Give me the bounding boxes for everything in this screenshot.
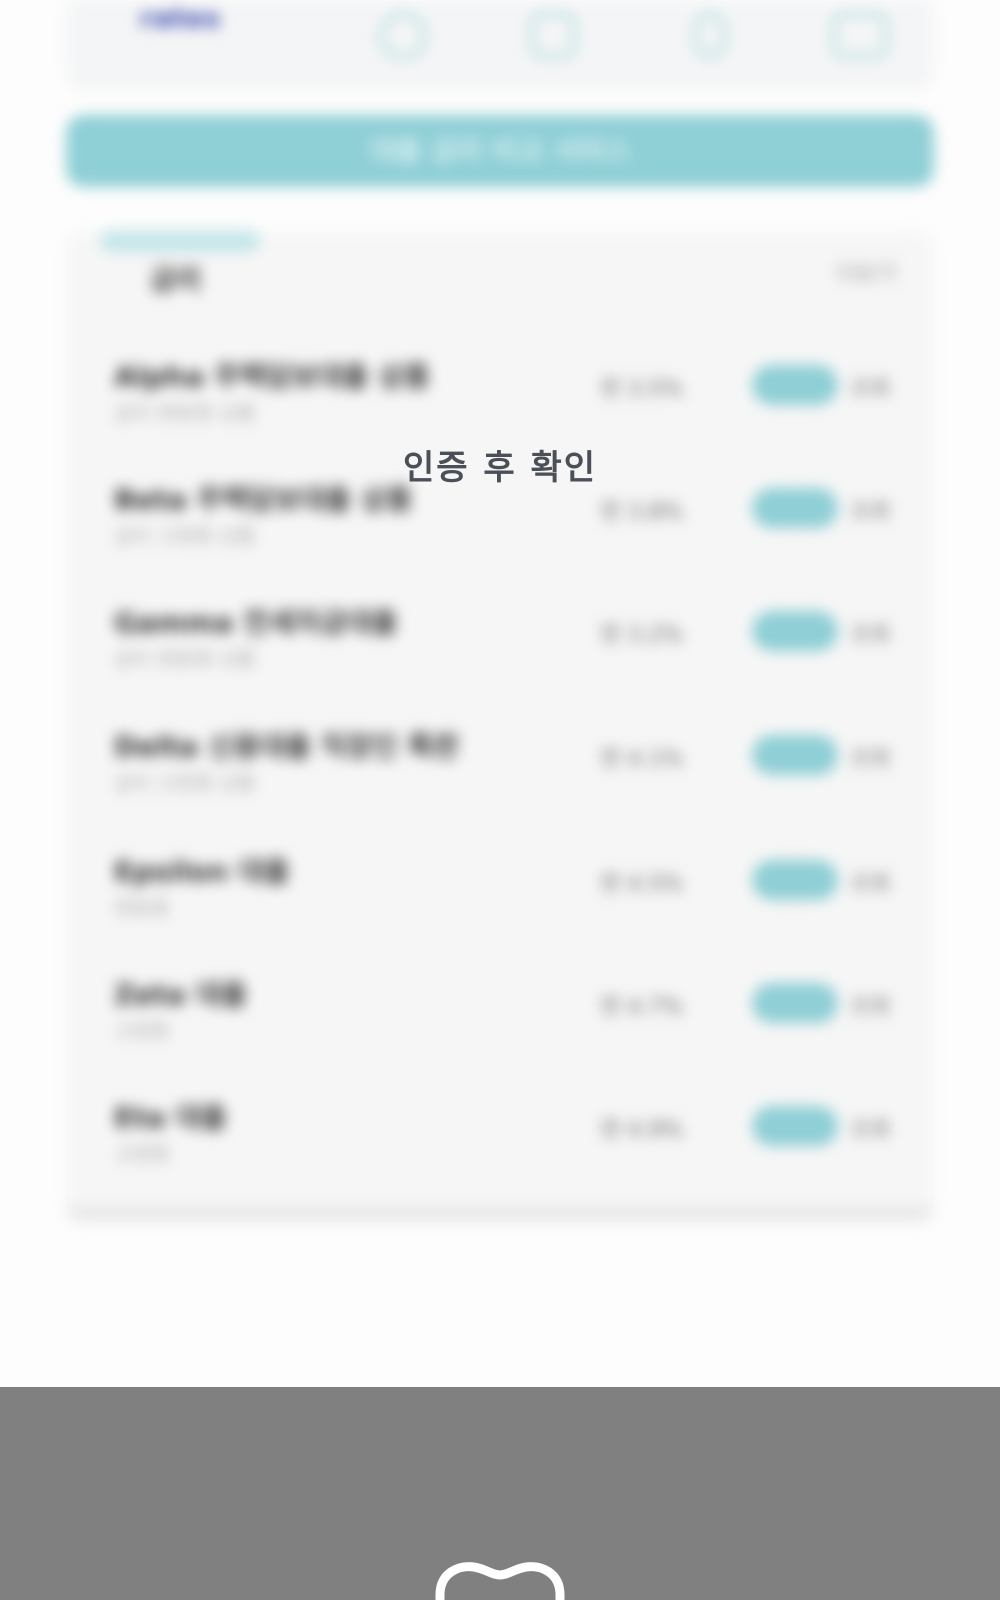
auth-required-message[interactable]: 인증 후 확인 <box>0 440 1000 489</box>
more-link[interactable]: 더보기 <box>836 256 897 288</box>
product-rate: 연 3.5% <box>600 377 684 402</box>
product-rate: 연 4.1% <box>600 747 684 772</box>
product-rate: 연 3.2% <box>600 623 684 648</box>
product-subtitle: 금리 변동형 상품 <box>114 647 256 671</box>
tab-rates[interactable]: 금리 <box>150 258 202 298</box>
list-item[interactable]: Zeta 대출 고정형 연 4.7% 조회 <box>100 973 900 1073</box>
rate-badge <box>752 1106 838 1146</box>
rate-badge <box>752 983 838 1023</box>
home-icon[interactable] <box>380 12 426 58</box>
rate-badge <box>752 611 838 651</box>
product-rate: 연 3.8% <box>600 500 684 525</box>
detail-link[interactable]: 조회 <box>850 617 890 649</box>
rate-list-card-edge <box>66 1206 934 1222</box>
product-name: Zeta 대출 <box>114 978 247 1011</box>
detail-link[interactable]: 조회 <box>850 866 890 898</box>
detail-link[interactable]: 조회 <box>850 1112 890 1144</box>
product-rate: 연 4.7% <box>600 995 684 1020</box>
person-icon[interactable] <box>694 12 726 58</box>
product-subtitle: 금리 고정형 상품 <box>114 524 256 548</box>
product-subtitle: 금리 변동형 상품 <box>114 401 256 425</box>
list-item[interactable]: Epsilon 대출 변동형 연 4.5% 조회 <box>100 850 900 950</box>
detail-link[interactable]: 조회 <box>850 741 890 773</box>
product-name: Eta 대출 <box>114 1101 227 1134</box>
product-subtitle: 고정형 <box>114 1019 170 1043</box>
page: rates 대출 금리 비교 서비스 금리 더보기 Alpha 주택담보대출 상… <box>0 0 1000 1600</box>
product-name: Alpha 주택담보대출 상품 <box>114 360 430 393</box>
detail-link[interactable]: 조회 <box>850 494 890 526</box>
app-logo[interactable]: rates <box>140 4 221 34</box>
promo-banner[interactable]: 대출 금리 비교 서비스 <box>66 115 934 187</box>
product-subtitle: 고정형 <box>114 1142 170 1166</box>
list-item[interactable]: Gamma 전세자금대출 금리 변동형 상품 연 3.2% 조회 <box>100 601 900 701</box>
menu-icon[interactable] <box>832 12 888 58</box>
product-rate: 연 4.5% <box>600 872 684 897</box>
product-subtitle: 금리 고정형 상품 <box>114 771 256 795</box>
detail-link[interactable]: 조회 <box>850 989 890 1021</box>
product-name: Gamma 전세자금대출 <box>114 606 398 639</box>
detail-link[interactable]: 조회 <box>850 371 890 403</box>
list-item[interactable]: Eta 대출 고정형 연 4.9% 조회 <box>100 1096 900 1196</box>
rate-badge <box>752 860 838 900</box>
tab-highlight <box>100 230 260 252</box>
product-name: Delta 신용대출 직장인 특판 <box>114 730 460 763</box>
product-subtitle: 변동형 <box>114 896 170 920</box>
list-item[interactable]: Delta 신용대출 직장인 특판 금리 고정형 상품 연 4.1% 조회 <box>100 725 900 825</box>
rate-badge <box>752 735 838 775</box>
tooth-logo-icon <box>435 1562 565 1600</box>
chart-icon[interactable] <box>530 12 576 58</box>
product-rate: 연 4.9% <box>600 1118 684 1143</box>
rate-badge <box>752 365 838 405</box>
rate-badge <box>752 488 838 528</box>
product-name: Epsilon 대출 <box>114 855 290 888</box>
blurred-content: rates 대출 금리 비교 서비스 금리 더보기 Alpha 주택담보대출 상… <box>0 0 1000 1390</box>
list-item[interactable]: Beta 주택담보대출 상품 금리 고정형 상품 연 3.8% 조회 <box>100 478 900 578</box>
